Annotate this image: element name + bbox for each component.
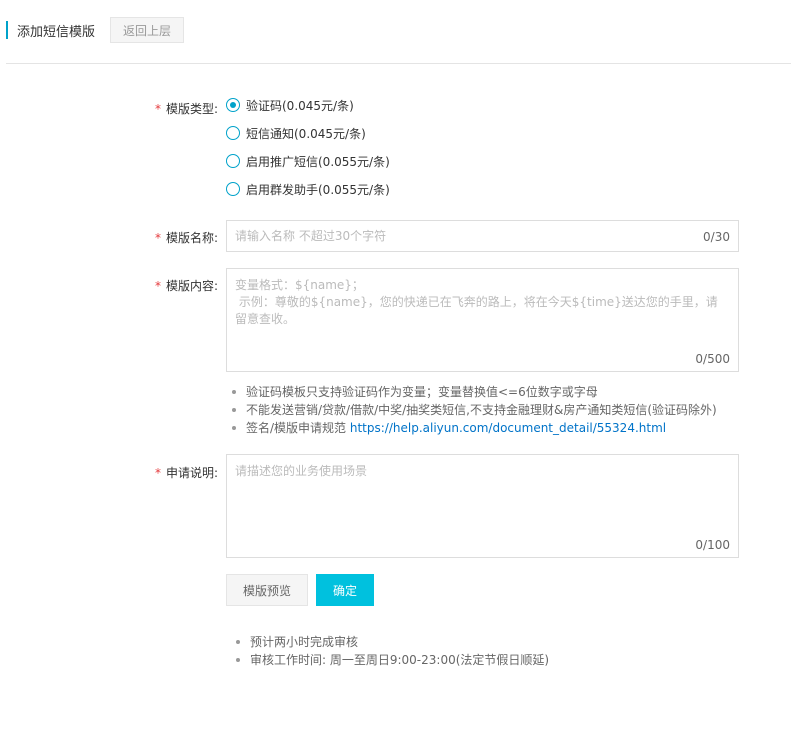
name-label: * 模版名称: <box>0 229 218 246</box>
radio-option-sms-notification[interactable]: 短信通知(0.045元/条) <box>226 124 390 142</box>
name-label-text: 模版名称: <box>165 231 218 245</box>
description-textarea[interactable] <box>235 463 725 533</box>
content-tip-item: 验证码模板只支持验证码作为变量；变量替换值<=6位数字或字母 <box>232 383 717 401</box>
radio-label: 启用群发助手(0.055元/条) <box>246 182 390 197</box>
required-mark: * <box>154 279 161 293</box>
radio-checked-icon[interactable] <box>226 98 240 112</box>
header-divider <box>6 63 791 64</box>
required-mark: * <box>154 231 161 245</box>
content-label-text: 模版内容: <box>165 279 218 293</box>
radio-option-promotion-sms[interactable]: 启用推广短信(0.055元/条) <box>226 152 390 170</box>
content-tips-list: 验证码模板只支持验证码作为变量；变量替换值<=6位数字或字母 不能发送营销/贷款… <box>232 383 717 437</box>
radio-unchecked-icon[interactable] <box>226 126 240 140</box>
preview-button[interactable]: 模版预览 <box>226 574 308 606</box>
radio-label: 验证码(0.045元/条) <box>246 98 354 113</box>
content-tip-text: 签名/模版申请规范 <box>246 421 347 435</box>
radio-option-bulk-assistant[interactable]: 启用群发助手(0.055元/条) <box>226 180 390 198</box>
required-mark: * <box>154 102 161 116</box>
description-label-text: 申请说明: <box>165 466 218 480</box>
spec-doc-link[interactable]: https://help.aliyun.com/document_detail/… <box>350 419 666 437</box>
content-tip-text: 不能发送营销/贷款/借款/中奖/抽奖类短信,不支持金融理财&房产通知类短信(验证… <box>246 403 717 417</box>
content-tip-item: 签名/模版申请规范 https://help.aliyun.com/docume… <box>232 419 717 437</box>
content-tip-item: 不能发送营销/贷款/借款/中奖/抽奖类短信,不支持金融理财&房产通知类短信(验证… <box>232 401 717 419</box>
page-header: 添加短信模版 返回上层 <box>6 16 185 44</box>
radio-label: 启用推广短信(0.055元/条) <box>246 154 390 169</box>
template-name-input[interactable] <box>235 221 685 251</box>
description-field-box: 0/100 <box>226 454 739 558</box>
description-label: * 申请说明: <box>0 464 218 481</box>
name-field-box: 0/30 <box>226 220 739 252</box>
title-accent-bar <box>6 21 8 39</box>
content-char-counter: 0/500 <box>695 352 730 366</box>
review-tip-item: 审核工作时间: 周一至周日9:00-23:00(法定节假日顺延) <box>236 651 549 669</box>
confirm-button[interactable]: 确定 <box>316 574 374 606</box>
back-button[interactable]: 返回上层 <box>110 17 185 43</box>
template-content-textarea[interactable] <box>235 277 725 347</box>
radio-label: 短信通知(0.045元/条) <box>246 126 366 141</box>
description-char-counter: 0/100 <box>695 538 730 552</box>
review-tips-list: 预计两小时完成审核 审核工作时间: 周一至周日9:00-23:00(法定节假日顺… <box>236 633 549 669</box>
content-label: * 模版内容: <box>0 277 218 294</box>
content-tip-text: 验证码模板只支持验证码作为变量；变量替换值<=6位数字或字母 <box>246 385 598 399</box>
review-tip-item: 预计两小时完成审核 <box>236 633 549 651</box>
type-label: * 模版类型: <box>0 100 218 117</box>
content-field-box: 0/500 <box>226 268 739 372</box>
name-char-counter: 0/30 <box>703 230 730 244</box>
type-label-text: 模版类型: <box>165 102 218 116</box>
page-title: 添加短信模版 <box>17 24 96 40</box>
review-tip-text: 预计两小时完成审核 <box>250 635 359 649</box>
review-tip-text: 审核工作时间: 周一至周日9:00-23:00(法定节假日顺延) <box>250 653 550 667</box>
radio-option-verification-code[interactable]: 验证码(0.045元/条) <box>226 96 390 114</box>
type-radio-group: 验证码(0.045元/条) 短信通知(0.045元/条) 启用推广短信(0.05… <box>226 96 390 208</box>
required-mark: * <box>154 466 161 480</box>
radio-unchecked-icon[interactable] <box>226 154 240 168</box>
radio-unchecked-icon[interactable] <box>226 182 240 196</box>
